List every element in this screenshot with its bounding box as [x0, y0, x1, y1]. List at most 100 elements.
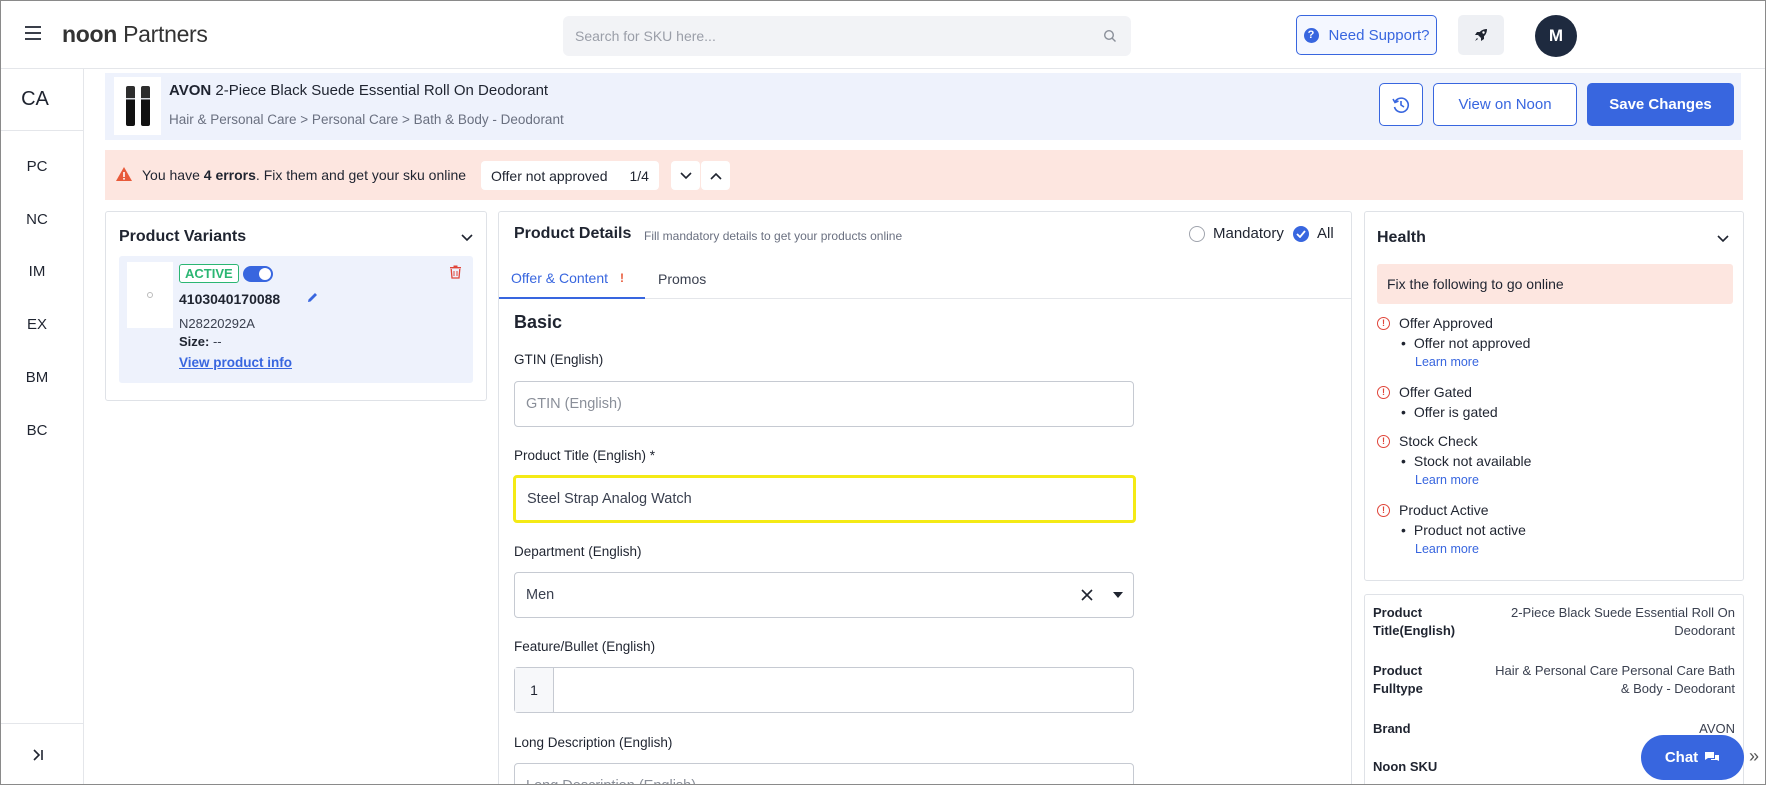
view-product-info-link[interactable]: View product info	[179, 355, 292, 370]
search-icon[interactable]	[1103, 29, 1117, 43]
product-title-label: Product Title (English) *	[514, 448, 656, 463]
filter-all-radio[interactable]: All	[1293, 225, 1334, 242]
long-description-input[interactable]	[515, 764, 1133, 784]
bullet-label: Feature/Bullet (English)	[514, 639, 656, 654]
error-circle-icon: !	[1377, 316, 1390, 330]
info-key: Product Title(English)	[1373, 605, 1456, 638]
active-toggle[interactable]	[243, 266, 273, 282]
rail-top-label[interactable]: CA	[1, 69, 83, 131]
tab-promos[interactable]: Promos	[658, 259, 706, 299]
chat-collapse-icon[interactable]: »	[1749, 746, 1759, 767]
logo-bold: noon	[62, 21, 117, 47]
search-bar	[563, 16, 1131, 56]
size-label: Size:	[179, 334, 210, 349]
bullet-number: 1	[515, 668, 554, 712]
user-avatar[interactable]: M	[1535, 15, 1577, 57]
save-changes-button[interactable]: Save Changes	[1587, 83, 1734, 126]
error-label: Offer not approved	[491, 167, 608, 184]
status-badge: ACTIVE	[179, 264, 239, 283]
rocket-button[interactable]	[1458, 15, 1504, 55]
error-pager[interactable]: Offer not approved 1/4	[481, 161, 659, 190]
chevron-down-icon	[679, 171, 692, 179]
edit-pencil-icon[interactable]	[306, 291, 319, 304]
top-bar: noon Partners ? Need Support? M	[1, 1, 1765, 69]
health-title: Health	[1377, 229, 1426, 246]
breadcrumb: Hair & Personal Care > Personal Care > B…	[169, 112, 564, 127]
learn-more-link[interactable]: Learn more	[1415, 473, 1531, 487]
gtin-label: GTIN (English)	[514, 352, 604, 367]
health-item-detail: Stock not available	[1401, 453, 1532, 469]
section-title-basic: Basic	[514, 312, 563, 332]
chat-label: Chat	[1664, 749, 1699, 766]
health-banner: Fix the following to go online	[1377, 264, 1733, 304]
product-header: AVON 2-Piece Black Suede Essential Roll …	[105, 73, 1741, 140]
error-page-count: 1/4	[629, 167, 649, 184]
health-item: ! Stock Check Stock not available Learn m…	[1377, 433, 1531, 487]
health-item-title: Stock Check	[1399, 433, 1478, 449]
chat-button[interactable]: Chat	[1641, 735, 1744, 780]
bullet-field: 1	[514, 667, 1134, 713]
chevron-down-icon[interactable]	[1717, 235, 1729, 243]
rail-item-bc[interactable]: BC	[1, 422, 73, 439]
health-item-detail: Offer is gated	[1401, 404, 1498, 420]
support-label: Need Support?	[1328, 26, 1430, 44]
view-on-noon-button[interactable]: View on Noon	[1433, 83, 1577, 126]
variant-item[interactable]: ACTIVE 4103040170088 N28220292A Size: --…	[119, 256, 473, 383]
collapse-arrow-icon	[33, 749, 43, 761]
rail-item-nc[interactable]: NC	[1, 211, 73, 228]
bullet-input[interactable]	[555, 668, 1133, 712]
health-item-title: Product Active	[1399, 502, 1489, 518]
error-banner: You have 4 errors. Fix them and get your…	[105, 150, 1743, 200]
variant-thumbnail	[127, 262, 173, 328]
dropdown-caret-icon[interactable]	[1113, 592, 1123, 598]
long-description-field	[514, 763, 1134, 784]
health-item-detail: Product not active	[1401, 522, 1526, 538]
tab-offer-content[interactable]: Offer & Content !	[499, 259, 645, 299]
logo[interactable]: noon Partners	[62, 21, 208, 48]
expand-rail-button[interactable]	[1, 723, 83, 784]
health-item-detail: Offer not approved	[1401, 335, 1530, 351]
product-title: AVON 2-Piece Black Suede Essential Roll …	[169, 82, 548, 99]
info-key: Product Fulltype	[1373, 663, 1423, 696]
checkmark-icon	[1293, 225, 1309, 242]
error-circle-icon: !	[1377, 434, 1390, 448]
department-select[interactable]: Men	[514, 572, 1134, 618]
gtin-input[interactable]	[515, 382, 1133, 426]
product-brand: AVON	[169, 82, 212, 99]
clear-icon[interactable]	[1081, 585, 1093, 605]
product-title-input[interactable]	[516, 478, 1133, 520]
error-count: 4 errors	[203, 167, 256, 183]
app-window: noon Partners ? Need Support? M CA PC NC…	[0, 0, 1766, 785]
size-value: --	[212, 334, 222, 349]
rail-item-pc[interactable]: PC	[1, 158, 73, 175]
product-variants-card: Product Variants ACTIVE 4103040170088 N2…	[105, 211, 487, 401]
error-circle-icon: !	[1377, 385, 1390, 399]
product-details-card: Product Details Fill mandatory details t…	[498, 211, 1352, 784]
health-item: ! Offer Approved Offer not approved Learn…	[1377, 315, 1530, 369]
chevron-up-icon	[709, 172, 722, 180]
long-description-label: Long Description (English)	[514, 735, 673, 750]
details-tabs: Offer & Content ! Promos	[499, 259, 1351, 299]
department-value: Men	[526, 587, 555, 603]
need-support-button[interactable]: ? Need Support?	[1296, 15, 1437, 55]
trash-icon[interactable]	[449, 265, 462, 279]
next-error-button[interactable]	[671, 161, 700, 190]
variant-sku: 4103040170088	[179, 291, 281, 307]
image-placeholder-icon	[147, 292, 153, 298]
variants-title: Product Variants	[119, 228, 247, 245]
chevron-down-icon[interactable]	[461, 234, 473, 242]
rail-item-im[interactable]: IM	[1, 263, 73, 280]
rail-item-bm[interactable]: BM	[1, 369, 73, 386]
info-key: Noon SKU	[1373, 759, 1438, 774]
hamburger-menu-icon[interactable]	[25, 26, 41, 40]
filter-all-label: All	[1317, 225, 1334, 242]
history-button[interactable]	[1379, 83, 1423, 126]
rocket-icon	[1475, 29, 1487, 41]
rail-item-ex[interactable]: EX	[1, 316, 73, 333]
prev-error-button[interactable]	[701, 161, 730, 190]
filter-mandatory-radio[interactable]: Mandatory	[1189, 225, 1284, 242]
warning-icon	[116, 167, 132, 181]
search-input[interactable]	[563, 16, 1131, 56]
learn-more-link[interactable]: Learn more	[1415, 542, 1526, 556]
learn-more-link[interactable]: Learn more	[1415, 355, 1530, 369]
